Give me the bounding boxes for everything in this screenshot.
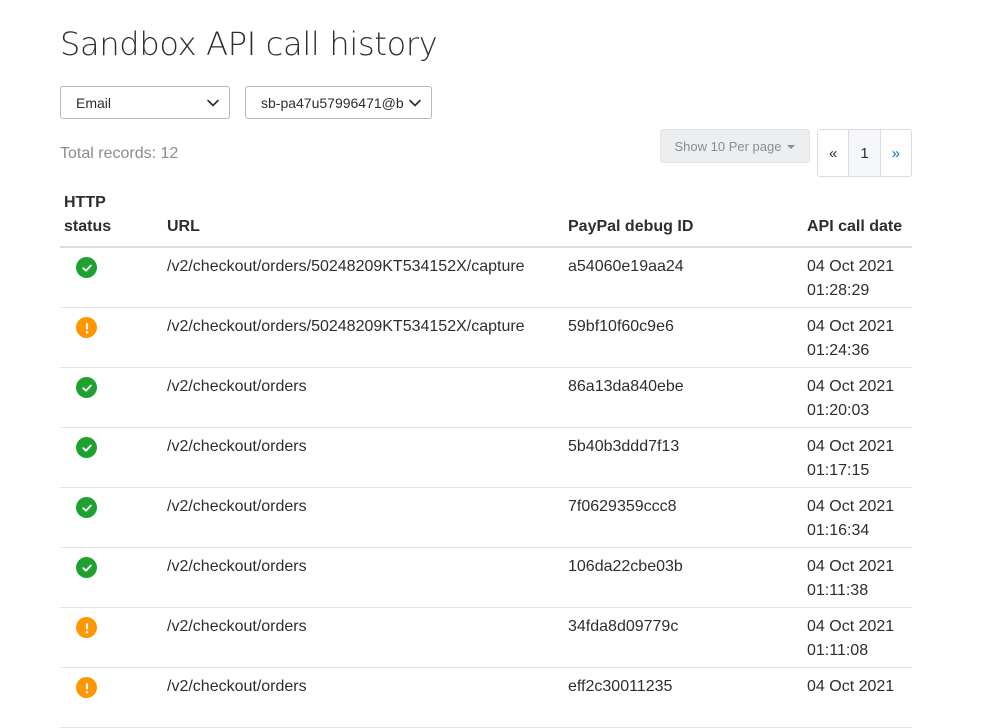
header-date: API call date bbox=[807, 218, 903, 235]
header-http-status: HTTP status bbox=[64, 191, 124, 239]
status-cell bbox=[76, 317, 97, 338]
filter-type-value: Email bbox=[76, 94, 112, 111]
date-value: 04 Oct 2021 bbox=[807, 678, 895, 695]
filter-email-select[interactable]: sb-pa47u57996471@b bbox=[245, 86, 432, 119]
per-page-button[interactable]: Show 10 Per page bbox=[660, 129, 810, 163]
debug-id-cell: 86a13da840ebe bbox=[568, 378, 684, 395]
table-row[interactable]: /v2/checkout/orders/50248209KT534152X/ca… bbox=[60, 248, 912, 308]
filter-type-select[interactable]: Email bbox=[60, 86, 230, 119]
status-cell bbox=[76, 557, 97, 578]
date-cell: 04 Oct 2021 bbox=[807, 675, 894, 699]
time-value: 01:24:36 bbox=[807, 342, 870, 359]
status-cell bbox=[76, 677, 97, 698]
status-warning-exclamation-icon bbox=[76, 677, 97, 698]
api-call-table: HTTP status URL PayPal debug ID API call… bbox=[60, 190, 912, 728]
status-success-check-icon bbox=[76, 557, 97, 578]
table-row[interactable]: /v2/checkout/orders eff2c30011235 04 Oct 2… bbox=[60, 668, 912, 728]
url-cell: /v2/checkout/orders bbox=[167, 438, 307, 455]
date-value: 04 Oct 2021 bbox=[807, 378, 895, 395]
status-warning-exclamation-icon bbox=[76, 317, 97, 338]
header-http-status-line2: status bbox=[64, 218, 112, 235]
caret-down-icon bbox=[787, 145, 796, 149]
status-warning-exclamation-icon bbox=[76, 617, 97, 638]
table-row[interactable]: /v2/checkout/orders 106da22cbe03b 04 Oct 2… bbox=[60, 548, 912, 608]
time-value: 01:20:03 bbox=[807, 402, 870, 419]
pagination-page-1[interactable]: 1 bbox=[849, 130, 881, 176]
date-cell: 04 Oct 2021 01:28:29 bbox=[807, 255, 894, 303]
debug-id-cell: 7f0629359ccc8 bbox=[568, 498, 677, 515]
date-value: 04 Oct 2021 bbox=[807, 438, 895, 455]
header-url: URL bbox=[167, 218, 200, 235]
table-row[interactable]: /v2/checkout/orders/50248209KT534152X/ca… bbox=[60, 308, 912, 368]
filter-email-value: sb-pa47u57996471@b bbox=[261, 94, 404, 111]
debug-id-cell: eff2c30011235 bbox=[568, 678, 673, 695]
status-cell bbox=[76, 497, 97, 518]
date-cell: 04 Oct 2021 01:16:34 bbox=[807, 495, 894, 543]
per-page-label: Show 10 Per page bbox=[674, 138, 782, 154]
date-cell: 04 Oct 2021 01:24:36 bbox=[807, 315, 894, 363]
url-cell: /v2/checkout/orders bbox=[167, 618, 307, 635]
time-value: 01:17:15 bbox=[807, 462, 870, 479]
date-cell: 04 Oct 2021 01:11:38 bbox=[807, 555, 894, 603]
date-cell: 04 Oct 2021 01:17:15 bbox=[807, 435, 894, 483]
status-success-check-icon bbox=[76, 377, 97, 398]
table-header: HTTP status URL PayPal debug ID API call… bbox=[60, 190, 912, 248]
pagination-next-button[interactable]: » bbox=[881, 130, 911, 176]
url-cell: /v2/checkout/orders/50248209KT534152X/ca… bbox=[167, 318, 525, 335]
date-value: 04 Oct 2021 bbox=[807, 258, 895, 275]
header-http-status-line1: HTTP bbox=[64, 194, 106, 211]
date-value: 04 Oct 2021 bbox=[807, 558, 895, 575]
pagination: « 1 » bbox=[817, 129, 912, 177]
status-cell bbox=[76, 617, 97, 638]
chevron-down-icon bbox=[207, 97, 219, 109]
status-success-check-icon bbox=[76, 257, 97, 278]
url-cell: /v2/checkout/orders bbox=[167, 498, 307, 515]
date-value: 04 Oct 2021 bbox=[807, 498, 895, 515]
date-value: 04 Oct 2021 bbox=[807, 618, 895, 635]
table-row[interactable]: /v2/checkout/orders 34fda8d09779c 04 Oct 2… bbox=[60, 608, 912, 668]
debug-id-cell: 5b40b3ddd7f13 bbox=[568, 438, 680, 455]
time-value: 01:11:08 bbox=[807, 642, 869, 659]
debug-id-cell: 106da22cbe03b bbox=[568, 558, 683, 575]
table-row[interactable]: /v2/checkout/orders 86a13da840ebe 04 Oct 2… bbox=[60, 368, 912, 428]
page-title: Sandbox API call history bbox=[60, 25, 438, 63]
debug-id-cell: 59bf10f60c9e6 bbox=[568, 318, 674, 335]
date-value: 04 Oct 2021 bbox=[807, 318, 895, 335]
date-cell: 04 Oct 2021 01:20:03 bbox=[807, 375, 894, 423]
header-debug-id: PayPal debug ID bbox=[568, 218, 694, 235]
url-cell: /v2/checkout/orders/50248209KT534152X/ca… bbox=[167, 258, 525, 275]
status-cell bbox=[76, 437, 97, 458]
table-row[interactable]: /v2/checkout/orders 7f0629359ccc8 04 Oct 2… bbox=[60, 488, 912, 548]
status-cell bbox=[76, 257, 97, 278]
debug-id-cell: a54060e19aa24 bbox=[568, 258, 684, 275]
chevron-down-icon bbox=[409, 97, 421, 109]
url-cell: /v2/checkout/orders bbox=[167, 678, 307, 695]
url-cell: /v2/checkout/orders bbox=[167, 378, 307, 395]
table-body: /v2/checkout/orders/50248209KT534152X/ca… bbox=[60, 248, 912, 728]
time-value: 01:16:34 bbox=[807, 522, 870, 539]
status-success-check-icon bbox=[76, 497, 97, 518]
table-row[interactable]: /v2/checkout/orders 5b40b3ddd7f13 04 Oct 2… bbox=[60, 428, 912, 488]
time-value: 01:28:29 bbox=[807, 282, 870, 299]
status-success-check-icon bbox=[76, 437, 97, 458]
pagination-prev-button[interactable]: « bbox=[818, 130, 850, 176]
date-cell: 04 Oct 2021 01:11:08 bbox=[807, 615, 894, 663]
status-cell bbox=[76, 377, 97, 398]
url-cell: /v2/checkout/orders bbox=[167, 558, 307, 575]
time-value: 01:11:38 bbox=[807, 582, 869, 599]
debug-id-cell: 34fda8d09779c bbox=[568, 618, 679, 635]
total-records: Total records: 12 bbox=[60, 145, 179, 162]
